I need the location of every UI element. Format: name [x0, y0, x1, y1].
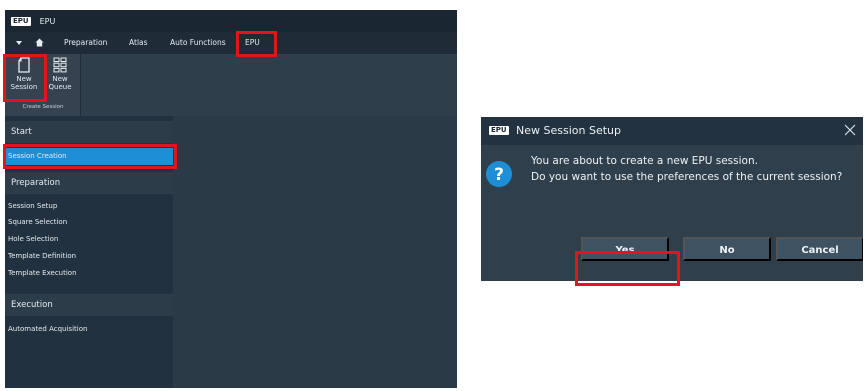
section-header-start: Start: [5, 121, 173, 143]
sidebar-item-square-selection[interactable]: Square Selection: [5, 214, 173, 231]
create-session-group: New Session New Queue Create Session: [5, 54, 81, 116]
new-session-label-line1: New: [16, 75, 32, 83]
yes-button[interactable]: Yes: [581, 237, 669, 261]
menu-auto-functions[interactable]: Auto Functions: [170, 37, 226, 49]
workflow-sidebar: Start Session Creation Preparation Sessi…: [5, 116, 173, 388]
home-icon[interactable]: [35, 38, 44, 47]
title-bar: EPU EPU: [5, 10, 457, 32]
dialog-title-bar: EPU New Session Setup: [481, 117, 863, 145]
new-session-label-line2: Session: [10, 83, 38, 91]
dropdown-arrow-icon[interactable]: [16, 41, 22, 45]
sidebar-item-hole-selection[interactable]: Hole Selection: [5, 231, 173, 248]
svg-text:?: ?: [494, 165, 504, 185]
menu-atlas[interactable]: Atlas: [129, 37, 148, 49]
dialog-epu-logo: EPU: [489, 126, 509, 135]
ribbon-group-label: Create Session: [22, 104, 64, 110]
epu-logo: EPU: [11, 16, 31, 26]
dialog-title: New Session Setup: [516, 124, 621, 137]
grid-icon: [53, 57, 67, 73]
ribbon: New Session New Queue Create Session: [5, 54, 457, 116]
dialog-body: ? You are about to create a new EPU sess…: [481, 145, 863, 245]
sidebar-item-automated-acquisition[interactable]: Automated Acquisition: [5, 321, 173, 338]
menu-bar: Preparation Atlas Auto Functions EPU: [5, 32, 457, 54]
menu-preparation[interactable]: Preparation: [64, 37, 107, 49]
no-button[interactable]: No: [683, 237, 771, 261]
new-queue-button[interactable]: New Queue: [43, 57, 77, 102]
section-header-execution: Execution: [5, 294, 173, 316]
close-icon[interactable]: [843, 123, 857, 137]
window-title: EPU: [39, 16, 56, 26]
section-header-preparation: Preparation: [5, 172, 173, 194]
question-icon: ?: [486, 161, 512, 187]
main-content-area: [173, 116, 457, 388]
sidebar-item-template-execution[interactable]: Template Execution: [5, 265, 173, 282]
new-session-dialog: EPU New Session Setup ? You are about to…: [481, 117, 863, 281]
cancel-button[interactable]: Cancel: [776, 237, 863, 261]
sidebar-item-session-setup[interactable]: Session Setup: [5, 198, 173, 215]
dialog-message-line1: You are about to create a new EPU sessio…: [531, 155, 758, 167]
epu-main-window: EPU EPU Preparation Atlas Auto Functions…: [5, 10, 457, 388]
sidebar-item-session-creation[interactable]: Session Creation: [5, 148, 173, 165]
new-document-icon: [18, 57, 30, 73]
new-session-button[interactable]: New Session: [7, 57, 41, 102]
new-queue-label-line1: New: [52, 75, 68, 83]
new-queue-label-line2: Queue: [48, 83, 72, 91]
sidebar-item-template-definition[interactable]: Template Definition: [5, 248, 173, 265]
dialog-message-line2: Do you want to use the preferences of th…: [531, 171, 843, 183]
menu-epu[interactable]: EPU: [245, 37, 260, 49]
